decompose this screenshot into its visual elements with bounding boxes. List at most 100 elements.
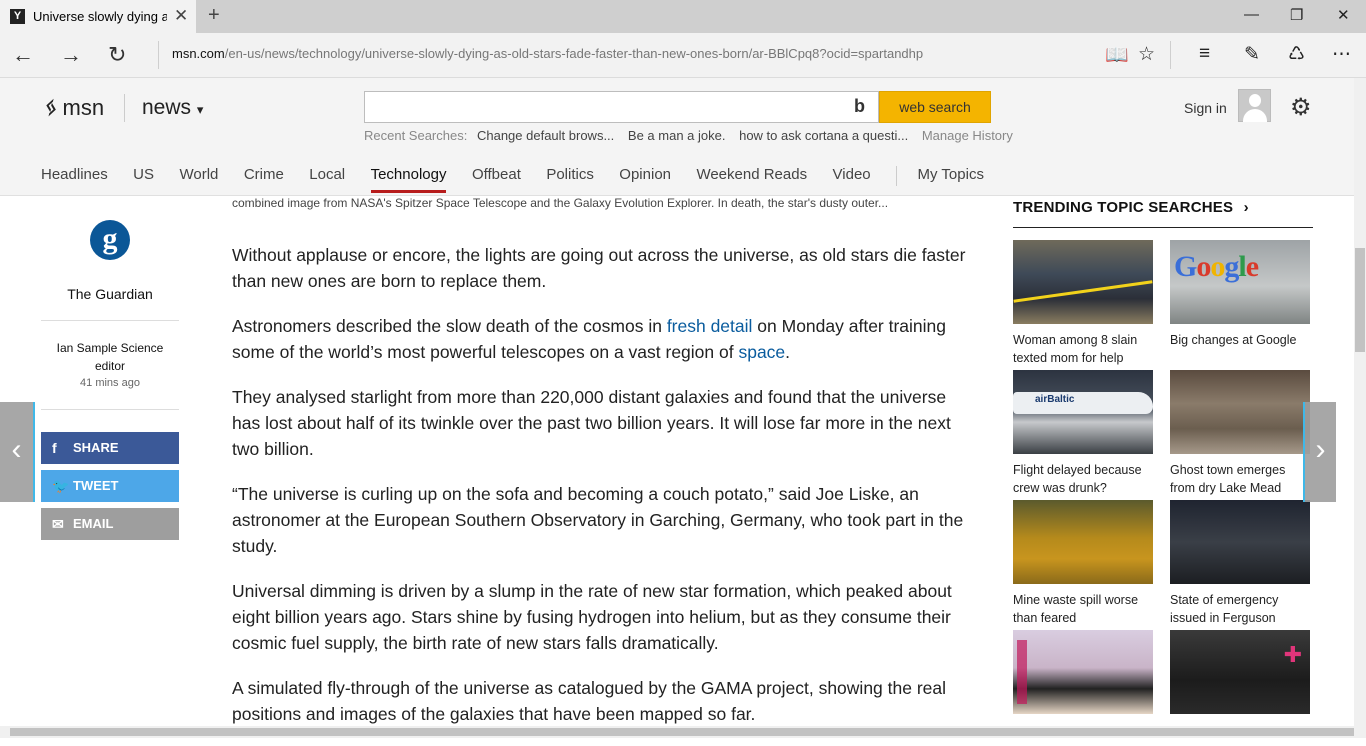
nav-technology[interactable]: Technology bbox=[370, 166, 447, 193]
back-icon[interactable]: ← bbox=[12, 42, 34, 68]
tweet-label: TWEET bbox=[73, 478, 119, 493]
paragraph-text: . bbox=[785, 342, 791, 362]
email-share-button[interactable]: ✉ EMAIL bbox=[41, 508, 179, 540]
space-link[interactable]: space bbox=[738, 342, 785, 362]
ribbon-shape bbox=[1017, 640, 1027, 704]
sign-in-link[interactable]: Sign in bbox=[1184, 100, 1227, 116]
nav-video[interactable]: Video bbox=[833, 166, 871, 190]
share-label: SHARE bbox=[73, 440, 119, 455]
guardian-logo-icon[interactable]: g bbox=[90, 220, 130, 260]
vertical-scrollbar[interactable] bbox=[1354, 78, 1366, 726]
forward-icon[interactable]: → bbox=[60, 42, 82, 68]
recent-search-item[interactable]: Be a man a joke. bbox=[628, 128, 726, 143]
msn-logo[interactable]: ᛃ msn bbox=[42, 94, 104, 122]
recent-search-item[interactable]: Change default brows... bbox=[477, 128, 614, 143]
twitter-share-button[interactable]: 🐦 TWEET bbox=[41, 470, 179, 502]
manage-history-link[interactable]: Manage History bbox=[922, 128, 1013, 143]
share-icon[interactable]: ♺ bbox=[1288, 43, 1305, 66]
trending-header[interactable]: TRENDING TOPIC SEARCHES › bbox=[1013, 199, 1249, 216]
trending-caption: Ghost town emerges from dry Lake Mead bbox=[1170, 463, 1286, 495]
divider bbox=[41, 320, 179, 321]
trending-card[interactable]: Woman among 8 slain texted mom for help bbox=[1013, 240, 1153, 367]
url-divider bbox=[158, 41, 159, 69]
recent-searches-label: Recent Searches: bbox=[364, 128, 468, 143]
trending-card[interactable]: Mine waste spill worse than feared bbox=[1013, 500, 1153, 627]
nav-opinion[interactable]: Opinion bbox=[619, 166, 671, 190]
reading-view-icon[interactable]: 📖 bbox=[1105, 43, 1129, 67]
url-field[interactable]: msn.com/en-us/news/technology/universe-s… bbox=[172, 46, 923, 61]
email-label: EMAIL bbox=[73, 516, 114, 531]
paragraph-text: Astronomers described the slow death of … bbox=[232, 316, 667, 336]
url-path: /en-us/news/technology/universe-slowly-d… bbox=[224, 46, 924, 61]
avatar[interactable] bbox=[1238, 89, 1271, 122]
close-window-icon[interactable]: ✕ bbox=[1337, 6, 1350, 24]
trending-card[interactable]: Ghost town emerges from dry Lake Mead bbox=[1170, 370, 1310, 497]
new-tab-icon[interactable]: + bbox=[208, 4, 220, 27]
trending-thumbnail: airBaltic bbox=[1013, 370, 1153, 454]
twitter-icon: 🐦 bbox=[52, 478, 70, 494]
more-icon[interactable]: ⋯ bbox=[1332, 43, 1351, 66]
site-favicon-icon: Y bbox=[10, 9, 25, 24]
nav-local[interactable]: Local bbox=[309, 166, 345, 190]
trending-card[interactable]: ✚ bbox=[1170, 630, 1310, 721]
tab-bar: Y Universe slowly dying as ✕ + — ❐ ✕ bbox=[0, 0, 1366, 33]
section-nav: Headlines US World Crime Local Technolog… bbox=[41, 166, 1005, 194]
nav-my-topics[interactable]: My Topics bbox=[918, 166, 984, 190]
web-search-button[interactable]: web search bbox=[879, 91, 991, 123]
gear-icon[interactable]: ⚙ bbox=[1290, 93, 1312, 122]
nav-offbeat[interactable]: Offbeat bbox=[472, 166, 521, 190]
divider bbox=[41, 409, 179, 410]
trending-title: TRENDING TOPIC SEARCHES bbox=[1013, 199, 1234, 216]
nav-headlines[interactable]: Headlines bbox=[41, 166, 108, 190]
facebook-share-button[interactable]: f SHARE bbox=[41, 432, 179, 464]
msn-header: ᛃ msn news ▾ b web search Recent Searche… bbox=[0, 78, 1366, 196]
trending-card[interactable] bbox=[1013, 630, 1153, 721]
nav-weekend-reads[interactable]: Weekend Reads bbox=[696, 166, 807, 190]
article-age: 41 mins ago bbox=[80, 377, 140, 389]
web-note-icon[interactable]: ✎ bbox=[1244, 43, 1260, 66]
article-paragraph: Without applause or encore, the lights a… bbox=[232, 245, 966, 291]
police-tape-shape bbox=[1013, 280, 1153, 303]
trending-thumbnail bbox=[1013, 240, 1153, 324]
trending-underline bbox=[1013, 227, 1313, 228]
trending-card[interactable]: airBaltic Flight delayed because crew wa… bbox=[1013, 370, 1153, 497]
trending-card[interactable]: State of emergency issued in Ferguson bbox=[1170, 500, 1310, 627]
horizontal-scrollbar-thumb[interactable] bbox=[10, 728, 1354, 736]
section-label: news bbox=[142, 96, 192, 119]
next-article-arrow-icon[interactable]: › bbox=[1305, 402, 1336, 502]
search-input[interactable] bbox=[364, 91, 879, 123]
trending-caption: Big changes at Google bbox=[1170, 333, 1297, 347]
article-paragraph: Astronomers described the slow death of … bbox=[232, 313, 970, 365]
email-icon: ✉ bbox=[52, 516, 64, 532]
airline-logo-text: airBaltic bbox=[1035, 394, 1075, 405]
msn-butterfly-icon: ᛃ bbox=[42, 94, 57, 121]
trending-thumbnail bbox=[1013, 630, 1153, 714]
header-divider bbox=[124, 94, 125, 122]
previous-article-arrow-icon[interactable]: ‹ bbox=[0, 402, 33, 502]
nav-politics[interactable]: Politics bbox=[546, 166, 594, 190]
trending-thumbnail: Google bbox=[1170, 240, 1310, 324]
browser-tab[interactable]: Y Universe slowly dying as ✕ bbox=[0, 0, 196, 33]
recent-search-item[interactable]: how to ask cortana a questi... bbox=[739, 128, 908, 143]
trending-thumbnail bbox=[1013, 500, 1153, 584]
minimize-icon[interactable]: — bbox=[1244, 6, 1259, 23]
refresh-icon[interactable]: ↻ bbox=[108, 42, 126, 68]
chevron-down-icon: ▾ bbox=[196, 102, 204, 117]
recent-searches: Recent Searches: Change default brows...… bbox=[364, 128, 1013, 143]
nav-us[interactable]: US bbox=[133, 166, 154, 190]
trending-caption: Mine waste spill worse than feared bbox=[1013, 593, 1139, 625]
google-sign-text: Google bbox=[1174, 250, 1259, 283]
close-tab-icon[interactable]: ✕ bbox=[174, 6, 188, 26]
nav-world[interactable]: World bbox=[179, 166, 218, 190]
nav-crime[interactable]: Crime bbox=[244, 166, 284, 190]
source-name[interactable]: The Guardian bbox=[41, 286, 179, 302]
trending-card[interactable]: Google Big changes at Google bbox=[1170, 240, 1310, 349]
favorite-star-icon[interactable]: ☆ bbox=[1138, 43, 1155, 66]
section-dropdown[interactable]: news ▾ bbox=[142, 96, 203, 120]
restore-icon[interactable]: ❐ bbox=[1290, 6, 1303, 24]
fresh-detail-link[interactable]: fresh detail bbox=[667, 316, 753, 336]
author-name: Ian Sample Science editor bbox=[56, 341, 164, 373]
msn-logo-text: msn bbox=[62, 95, 105, 120]
hub-icon[interactable]: ≡ bbox=[1199, 43, 1210, 65]
vertical-scrollbar-thumb[interactable] bbox=[1355, 248, 1365, 352]
